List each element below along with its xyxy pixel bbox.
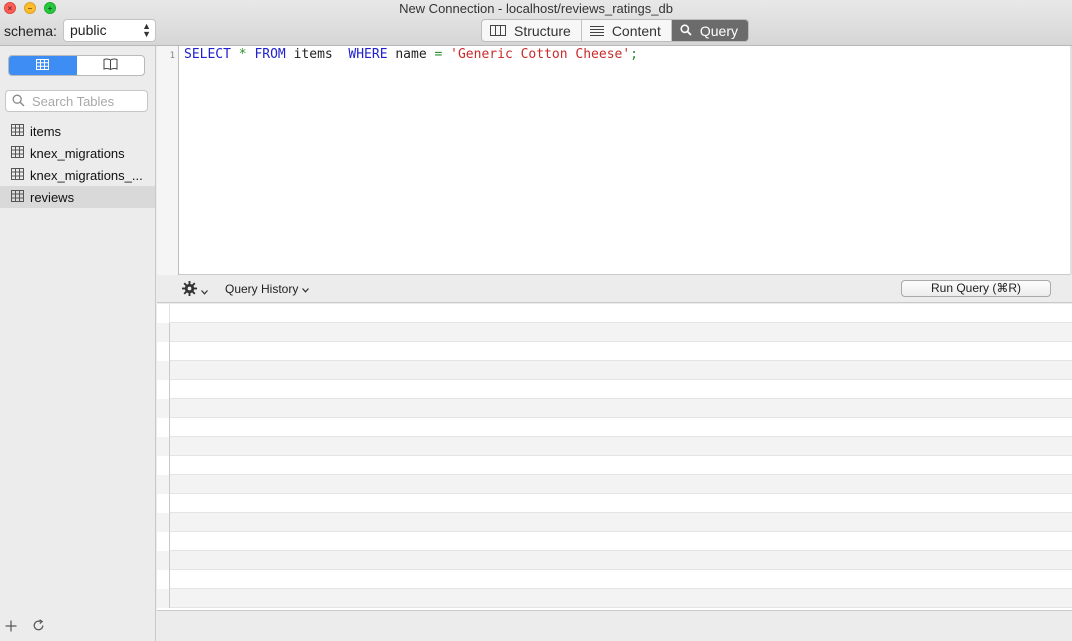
row-header <box>157 570 170 589</box>
tab-query-label: Query <box>699 22 738 39</box>
tab-query[interactable]: Query <box>671 20 748 41</box>
query-text[interactable]: SELECT * FROM items WHERE name = 'Generi… <box>184 47 638 63</box>
table-row <box>157 304 1072 323</box>
tab-structure[interactable]: Structure <box>482 20 582 41</box>
table-row <box>157 589 1072 608</box>
add-icon[interactable] <box>5 619 17 637</box>
table-name: knex_migrations <box>30 145 125 161</box>
table-icon <box>11 145 24 161</box>
table-list: items knex_migrations knex_migrations_..… <box>0 120 155 208</box>
run-query-button[interactable]: Run Query (⌘R) <box>901 280 1051 297</box>
table-icon <box>11 189 24 205</box>
row-header <box>157 437 170 456</box>
row-header <box>157 494 170 513</box>
table-item-knex-migrations[interactable]: knex_migrations <box>0 142 155 164</box>
refresh-icon[interactable] <box>32 619 45 637</box>
semicolon: ; <box>630 47 638 62</box>
results-grid[interactable] <box>157 304 1072 610</box>
schema-value: public <box>70 22 107 38</box>
row-header <box>157 589 170 608</box>
table-row <box>157 494 1072 513</box>
sql-editor[interactable]: 1 SELECT * FROM items WHERE name = 'Gene… <box>157 46 1072 275</box>
row-header <box>157 532 170 551</box>
table-item-items[interactable]: items <box>0 120 155 142</box>
view-tabs: Structure Content Query <box>481 19 749 42</box>
table-row <box>157 342 1072 361</box>
sidebar-view-toggle <box>8 55 145 76</box>
row-header <box>157 342 170 361</box>
search-input[interactable] <box>32 92 144 110</box>
table-search-box <box>5 90 148 112</box>
operator-equals: = <box>434 47 443 62</box>
table-row <box>157 323 1072 342</box>
table-icon <box>11 123 24 139</box>
identifier-table: items <box>293 47 333 62</box>
grid-icon <box>36 58 50 73</box>
schema-label: schema: <box>4 23 57 39</box>
row-header <box>157 551 170 570</box>
chevron-down-icon <box>201 283 208 298</box>
row-header <box>157 418 170 437</box>
results-footer <box>157 610 1072 641</box>
columns-icon <box>490 23 506 39</box>
gear-menu-button[interactable] <box>182 281 208 299</box>
table-row <box>157 551 1072 570</box>
keyword-from: FROM <box>254 47 286 62</box>
table-name: reviews <box>30 189 75 205</box>
table-row <box>157 475 1072 494</box>
gear-icon <box>182 281 197 299</box>
table-icon <box>11 167 24 183</box>
table-view-button[interactable] <box>9 56 77 75</box>
keyword-select: SELECT <box>184 47 231 62</box>
app-window: × – + New Connection - localhost/reviews… <box>0 0 1072 641</box>
table-row <box>157 361 1072 380</box>
row-header <box>157 456 170 475</box>
table-row <box>157 399 1072 418</box>
table-row <box>157 380 1072 399</box>
row-header <box>157 399 170 418</box>
row-header <box>157 323 170 342</box>
tab-structure-label: Structure <box>514 22 571 39</box>
table-item-knex-migrations-lock[interactable]: knex_migrations_... <box>0 164 155 186</box>
operator-star: * <box>238 47 247 62</box>
table-row <box>157 570 1072 589</box>
sidebar: items knex_migrations knex_migrations_..… <box>0 46 156 641</box>
book-view-button[interactable] <box>77 56 145 75</box>
table-name: knex_migrations_... <box>30 167 143 183</box>
table-name: items <box>30 123 62 139</box>
schema-select[interactable]: public ▲ ▼ <box>63 19 156 42</box>
row-header <box>157 513 170 532</box>
table-row <box>157 418 1072 437</box>
chevron-down-icon <box>302 282 310 296</box>
table-row <box>157 532 1072 551</box>
query-action-bar: Query History Run Query (⌘R) <box>157 275 1072 303</box>
query-history-label: Query History <box>225 282 299 296</box>
query-history-button[interactable]: Query History <box>225 282 310 296</box>
sidebar-footer <box>0 615 155 641</box>
row-header <box>157 380 170 399</box>
line-number-gutter: 1 <box>157 46 179 275</box>
table-row <box>157 513 1072 532</box>
search-icon <box>12 94 25 110</box>
table-item-reviews[interactable]: reviews <box>0 186 155 208</box>
table-row <box>157 456 1072 475</box>
book-icon <box>103 58 118 73</box>
row-header <box>157 361 170 380</box>
rows-icon <box>589 23 604 39</box>
identifier-column: name <box>395 47 427 62</box>
line-number: 1 <box>169 51 175 61</box>
window-title: New Connection - localhost/reviews_ratin… <box>399 1 673 16</box>
tab-content[interactable]: Content <box>582 20 672 41</box>
row-header <box>157 475 170 494</box>
title-bar: × – + New Connection - localhost/reviews… <box>0 0 1072 46</box>
keyword-where: WHERE <box>348 47 388 62</box>
tab-content-label: Content <box>611 22 661 39</box>
table-row <box>157 437 1072 456</box>
string-literal: 'Generic Cotton Cheese' <box>450 47 631 62</box>
row-header <box>157 304 170 323</box>
select-arrows-icon: ▲ ▼ <box>142 21 151 39</box>
magnifier-icon <box>680 23 692 39</box>
